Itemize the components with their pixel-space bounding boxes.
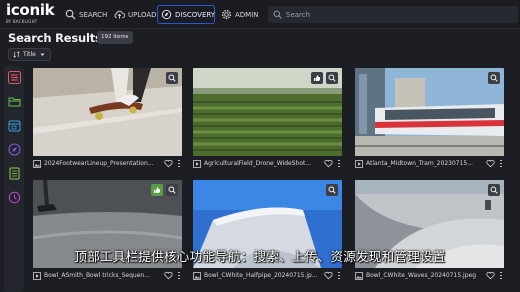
more-options-icon[interactable]: [336, 159, 342, 168]
zoom-icon: [328, 74, 336, 82]
result-caption: Atlanta_Midtown_Tram_20230715...: [355, 157, 504, 170]
document-icon[interactable]: [8, 167, 21, 180]
approval-icon: [314, 75, 320, 81]
logo-tagline: BY BACKLIGHT: [6, 19, 38, 24]
result-filename[interactable]: Bowl_CWhite_Halfpipe_20240715.jp...: [204, 272, 321, 279]
nav-admin[interactable]: ADMIN: [218, 5, 262, 24]
zoom-button[interactable]: [166, 72, 178, 84]
compass-icon[interactable]: [8, 143, 21, 156]
calendar-icon[interactable]: [8, 119, 21, 132]
zoom-button[interactable]: [326, 72, 338, 84]
nav-search-label: SEARCH: [79, 10, 108, 19]
favorite-heart-icon[interactable]: [324, 271, 333, 280]
folder-icon[interactable]: [8, 95, 21, 108]
filters-icon[interactable]: [8, 71, 21, 84]
zoom-button[interactable]: [326, 184, 338, 196]
more-options-icon[interactable]: [176, 271, 182, 280]
more-options-icon[interactable]: [336, 271, 342, 280]
sort-label: Title: [23, 51, 36, 58]
video-file-icon: [193, 159, 201, 168]
result-filename[interactable]: Bowl_ASmith_Bowl tricks_Sequen...: [44, 272, 161, 279]
zoom-button[interactable]: [166, 184, 178, 196]
favorite-heart-icon[interactable]: [486, 271, 495, 280]
more-options-icon[interactable]: [176, 159, 182, 168]
favorite-heart-icon[interactable]: [164, 271, 173, 280]
image-file-icon: [355, 271, 363, 280]
zoom-icon: [490, 186, 498, 194]
result-caption: Bowl_ASmith_Bowl tricks_Sequen...: [33, 269, 182, 282]
skateboard-photo: [33, 68, 182, 156]
result-thumbnail[interactable]: [33, 68, 182, 156]
app-window: iconik BY BACKLIGHT SEARCH UPLOAD DISCOV…: [0, 0, 520, 292]
video-file-icon: [355, 159, 363, 168]
logo-wordmark: iconik: [6, 1, 55, 19]
zoom-icon: [328, 186, 336, 194]
video-file-icon: [33, 271, 41, 280]
history-icon[interactable]: [8, 191, 21, 204]
chevron-down-icon: [40, 53, 45, 56]
result-filename[interactable]: 2024FootwearLineup_Presentation...: [44, 160, 161, 167]
image-file-icon: [33, 159, 41, 168]
favorite-heart-icon[interactable]: [164, 159, 173, 168]
page-title: Search Results: [8, 31, 102, 45]
result-caption: Bowl_CWhite_Waves_20240715.jpeg: [355, 269, 504, 282]
image-file-icon: [193, 271, 201, 280]
nav-upload-label: UPLOAD: [128, 10, 157, 19]
nav-search[interactable]: SEARCH: [62, 5, 110, 24]
more-options-icon[interactable]: [498, 271, 504, 280]
zoom-button[interactable]: [488, 72, 500, 84]
global-search-input[interactable]: Search: [268, 6, 518, 23]
approved-button[interactable]: [151, 184, 163, 196]
zoom-button[interactable]: [488, 184, 500, 196]
video-subtitle: 顶部工具栏提供核心功能导航：搜索、上传、资源发现和管理设置: [74, 249, 446, 264]
nav-discovery-label: DISCOVERY: [175, 10, 216, 19]
result-caption: Bowl_CWhite_Halfpipe_20240715.jp...: [193, 269, 342, 282]
compass-icon: [161, 9, 172, 20]
nav-upload[interactable]: UPLOAD: [111, 5, 160, 24]
thumbs-up-icon: [154, 187, 160, 193]
result-thumbnail[interactable]: [355, 68, 504, 156]
zoom-icon: [168, 74, 176, 82]
iconik-logo[interactable]: iconik BY BACKLIGHT: [6, 1, 55, 27]
global-search-placeholder: Search: [286, 10, 311, 19]
nav-admin-label: ADMIN: [235, 10, 259, 19]
result-filename[interactable]: AgriculturalField_Drone_WideShot...: [204, 160, 321, 167]
favorite-heart-icon[interactable]: [486, 159, 495, 168]
tram-photo: [355, 68, 504, 156]
favorite-heart-icon[interactable]: [324, 159, 333, 168]
search-icon: [65, 9, 76, 20]
top-toolbar: iconik BY BACKLIGHT SEARCH UPLOAD DISCOV…: [0, 0, 520, 29]
result-caption: AgriculturalField_Drone_WideShot...: [193, 157, 342, 170]
search-icon: [273, 10, 282, 19]
result-thumbnail[interactable]: [193, 68, 342, 156]
zoom-icon: [490, 74, 498, 82]
cloud-upload-icon: [114, 10, 125, 19]
result-caption: 2024FootwearLineup_Presentation...: [33, 157, 182, 170]
result-count-badge: 192 items: [97, 31, 133, 44]
gear-icon: [221, 9, 232, 20]
result-filename[interactable]: Atlanta_Midtown_Tram_20230715...: [366, 160, 483, 167]
more-options-icon[interactable]: [498, 159, 504, 168]
result-filename[interactable]: Bowl_CWhite_Waves_20240715.jpeg: [366, 272, 483, 279]
sort-dropdown[interactable]: Title: [8, 48, 51, 61]
zoom-icon: [168, 186, 176, 194]
approval-button[interactable]: [311, 72, 323, 84]
sort-icon: [13, 51, 20, 58]
nav-discovery[interactable]: DISCOVERY: [157, 5, 215, 24]
